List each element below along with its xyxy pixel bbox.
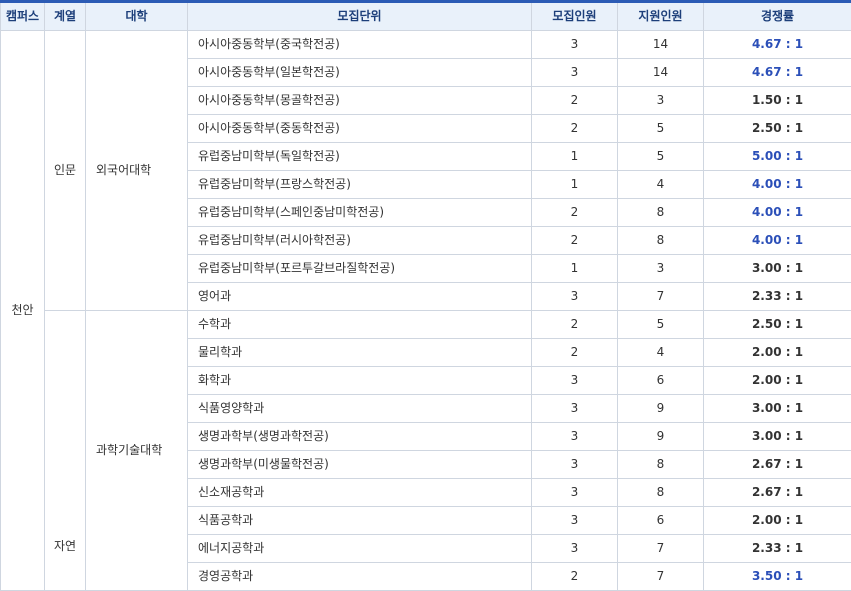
rate-cell: 3.00 : 1 — [703, 422, 851, 451]
rate-cell: 2.50 : 1 — [703, 114, 851, 143]
header-field: 계열 — [44, 1, 86, 31]
quota-cell: 2 — [531, 226, 618, 255]
unit-cell: 수학과 — [187, 310, 532, 339]
unit-cell: 생명과학부(생명과학전공) — [187, 422, 532, 451]
unit-cell: 아시아중동학부(중국학전공) — [187, 30, 532, 59]
unit-cell: 식품영양학과 — [187, 394, 532, 423]
quota-cell: 3 — [531, 506, 618, 535]
quota-cell: 3 — [531, 30, 618, 59]
header-rate: 경쟁률 — [703, 1, 851, 31]
quota-cell: 2 — [531, 86, 618, 115]
college-cell-foreign: 외국어대학 — [85, 30, 188, 311]
unit-cell: 아시아중동학부(중동학전공) — [187, 114, 532, 143]
applicants-cell: 8 — [617, 226, 704, 255]
applicants-cell: 5 — [617, 142, 704, 171]
table-header-row: 캠퍼스 계열 대학 모집단위 모집인원 지원인원 경쟁률 — [0, 1, 851, 31]
quota-cell: 2 — [531, 338, 618, 367]
applicants-cell: 14 — [617, 58, 704, 87]
quota-cell: 3 — [531, 450, 618, 479]
header-unit: 모집단위 — [187, 1, 532, 31]
unit-cell: 유럽중남미학부(독일학전공) — [187, 142, 532, 171]
applicants-cell: 9 — [617, 394, 704, 423]
unit-cell: 아시아중동학부(몽골학전공) — [187, 86, 532, 115]
applicants-cell: 8 — [617, 478, 704, 507]
applicants-cell: 8 — [617, 198, 704, 227]
campus-cell: 천안 — [0, 30, 45, 591]
unit-cell: 식품공학과 — [187, 506, 532, 535]
rate-cell: 2.33 : 1 — [703, 282, 851, 311]
rate-cell: 4.67 : 1 — [703, 58, 851, 87]
quota-cell: 3 — [531, 394, 618, 423]
applicants-cell: 9 — [617, 422, 704, 451]
rate-cell: 5.00 : 1 — [703, 142, 851, 171]
unit-cell: 유럽중남미학부(스페인중남미학전공) — [187, 198, 532, 227]
header-college: 대학 — [85, 1, 188, 31]
college-cell-science: 과학기술대학 — [85, 310, 188, 591]
applicants-cell: 4 — [617, 170, 704, 199]
applicants-cell: 7 — [617, 562, 704, 591]
rate-cell: 4.00 : 1 — [703, 170, 851, 199]
applicants-cell: 4 — [617, 338, 704, 367]
quota-cell: 1 — [531, 254, 618, 283]
unit-cell: 유럽중남미학부(러시아학전공) — [187, 226, 532, 255]
table-row: 천안 인문 외국어대학 아시아중동학부(중국학전공) 3 14 4.67 : 1 — [0, 30, 851, 591]
quota-cell: 2 — [531, 310, 618, 339]
applicants-cell: 6 — [617, 366, 704, 395]
header-quota: 모집인원 — [531, 1, 618, 31]
unit-cell: 물리학과 — [187, 338, 532, 367]
quota-cell: 2 — [531, 198, 618, 227]
rate-cell: 2.00 : 1 — [703, 366, 851, 395]
unit-cell: 화학과 — [187, 366, 532, 395]
rate-cell: 2.67 : 1 — [703, 478, 851, 507]
table-row: 자연 과학기술대학 수학과 2 5 2.50 : 1 — [1, 310, 851, 591]
rate-cell: 2.33 : 1 — [703, 534, 851, 563]
applicants-cell: 5 — [617, 114, 704, 143]
applicants-cell: 3 — [617, 86, 704, 115]
rate-cell: 3.00 : 1 — [703, 254, 851, 283]
quota-cell: 3 — [531, 58, 618, 87]
applicants-cell: 6 — [617, 506, 704, 535]
unit-cell: 에너지공학과 — [187, 534, 532, 563]
quota-cell: 3 — [531, 478, 618, 507]
rate-cell: 4.00 : 1 — [703, 226, 851, 255]
unit-cell: 생명과학부(미생물학전공) — [187, 450, 532, 479]
rate-cell: 2.67 : 1 — [703, 450, 851, 479]
unit-cell: 영어과 — [187, 282, 532, 311]
field-cell-science: 자연 — [44, 310, 86, 591]
unit-cell: 아시아중동학부(일본학전공) — [187, 58, 532, 87]
quota-cell: 3 — [531, 534, 618, 563]
applicants-cell: 14 — [617, 30, 704, 59]
table-body: 천안 인문 외국어대학 아시아중동학부(중국학전공) 3 14 4.67 : 1 아시아중동학… — [0, 30, 851, 591]
applicants-cell: 3 — [617, 254, 704, 283]
rate-cell: 3.50 : 1 — [703, 562, 851, 591]
applicants-cell: 5 — [617, 310, 704, 339]
unit-cell: 유럽중남미학부(프랑스학전공) — [187, 170, 532, 199]
header-campus: 캠퍼스 — [0, 1, 45, 31]
quota-cell: 2 — [531, 114, 618, 143]
header-applicants: 지원인원 — [617, 1, 704, 31]
quota-cell: 1 — [531, 142, 618, 171]
quota-cell: 3 — [531, 282, 618, 311]
applicants-cell: 7 — [617, 282, 704, 311]
quota-cell: 2 — [531, 562, 618, 591]
quota-cell: 1 — [531, 170, 618, 199]
applicants-cell: 8 — [617, 450, 704, 479]
rate-cell: 1.50 : 1 — [703, 86, 851, 115]
unit-cell: 유럽중남미학부(포르투갈브라질학전공) — [187, 254, 532, 283]
field-cell-humanities: 인문 — [44, 30, 86, 311]
rate-cell: 4.00 : 1 — [703, 198, 851, 227]
competition-table: 캠퍼스 계열 대학 모집단위 모집인원 지원인원 경쟁률 천안 인문 외국어대학 아시… — [0, 0, 851, 591]
rate-cell: 4.67 : 1 — [703, 30, 851, 59]
rate-cell: 3.00 : 1 — [703, 394, 851, 423]
rate-cell: 2.00 : 1 — [703, 506, 851, 535]
quota-cell: 3 — [531, 422, 618, 451]
quota-cell: 3 — [531, 366, 618, 395]
rate-cell: 2.50 : 1 — [703, 310, 851, 339]
applicants-cell: 7 — [617, 534, 704, 563]
unit-cell: 신소재공학과 — [187, 478, 532, 507]
rate-cell: 2.00 : 1 — [703, 338, 851, 367]
unit-cell: 경영공학과 — [187, 562, 532, 591]
